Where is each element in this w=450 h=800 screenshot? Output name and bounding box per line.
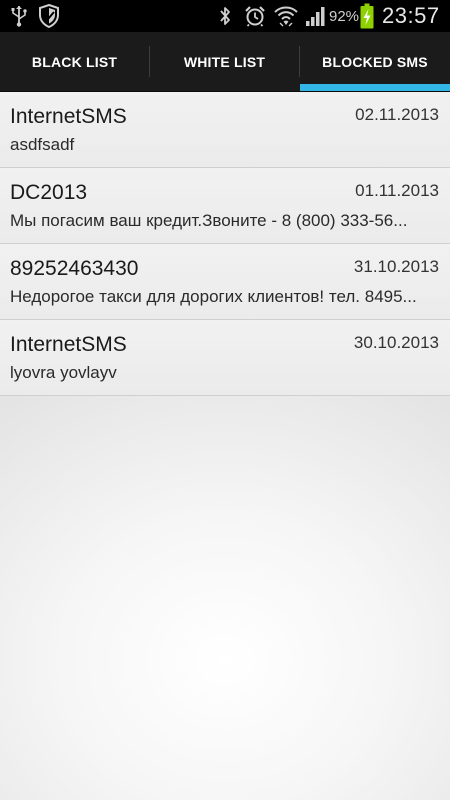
selected-tab-indicator: [300, 84, 450, 91]
tab-black-list[interactable]: BLACK LIST: [0, 32, 149, 91]
tab-blocked-sms[interactable]: BLOCKED SMS: [300, 32, 450, 91]
sms-date: 01.11.2013: [355, 181, 439, 200]
sms-sender: InternetSMS: [10, 333, 127, 356]
clock: 23:57: [382, 3, 440, 28]
sms-list-item[interactable]: 89252463430 31.10.2013 Недорогое такси д…: [0, 244, 450, 320]
battery-percent: 92%: [329, 7, 360, 25]
sms-body: lyovra yovlayv: [10, 363, 117, 382]
sms-list-item[interactable]: InternetSMS 30.10.2013 lyovra yovlayv: [0, 320, 450, 396]
bluetooth-icon: [216, 0, 234, 32]
tab-bar: BLACK LIST WHITE LIST BLOCKED SMS: [0, 32, 450, 92]
alarm-icon: [243, 0, 267, 32]
tab-white-list[interactable]: WHITE LIST: [150, 32, 299, 91]
sms-list-item[interactable]: DC2013 01.11.2013 Мы погасим ваш кредит.…: [0, 168, 450, 244]
usb-icon: [8, 0, 30, 32]
sms-sender: 89252463430: [10, 257, 139, 280]
battery-charging-icon: [359, 0, 375, 32]
blocked-sms-list: InternetSMS 02.11.2013 asdfsadf DC2013 0…: [0, 92, 450, 396]
wifi-icon: [273, 0, 299, 32]
sms-body: Мы погасим ваш кредит.Звоните - 8 (800) …: [10, 211, 408, 230]
sms-list-item[interactable]: InternetSMS 02.11.2013 asdfsadf: [0, 92, 450, 168]
signal-icon: [304, 0, 328, 32]
sms-date: 30.10.2013: [353, 333, 439, 352]
sms-sender: InternetSMS: [10, 105, 127, 128]
sms-sender: DC2013: [10, 181, 88, 204]
sms-date: 02.11.2013: [355, 105, 439, 124]
sms-body: Недорогое такси для дорогих клиентов! те…: [10, 287, 417, 306]
sms-body: asdfsadf: [10, 135, 75, 154]
shield-icon: [37, 0, 61, 32]
status-bar: 92% 23:57: [0, 0, 450, 32]
sms-date: 31.10.2013: [353, 257, 439, 276]
